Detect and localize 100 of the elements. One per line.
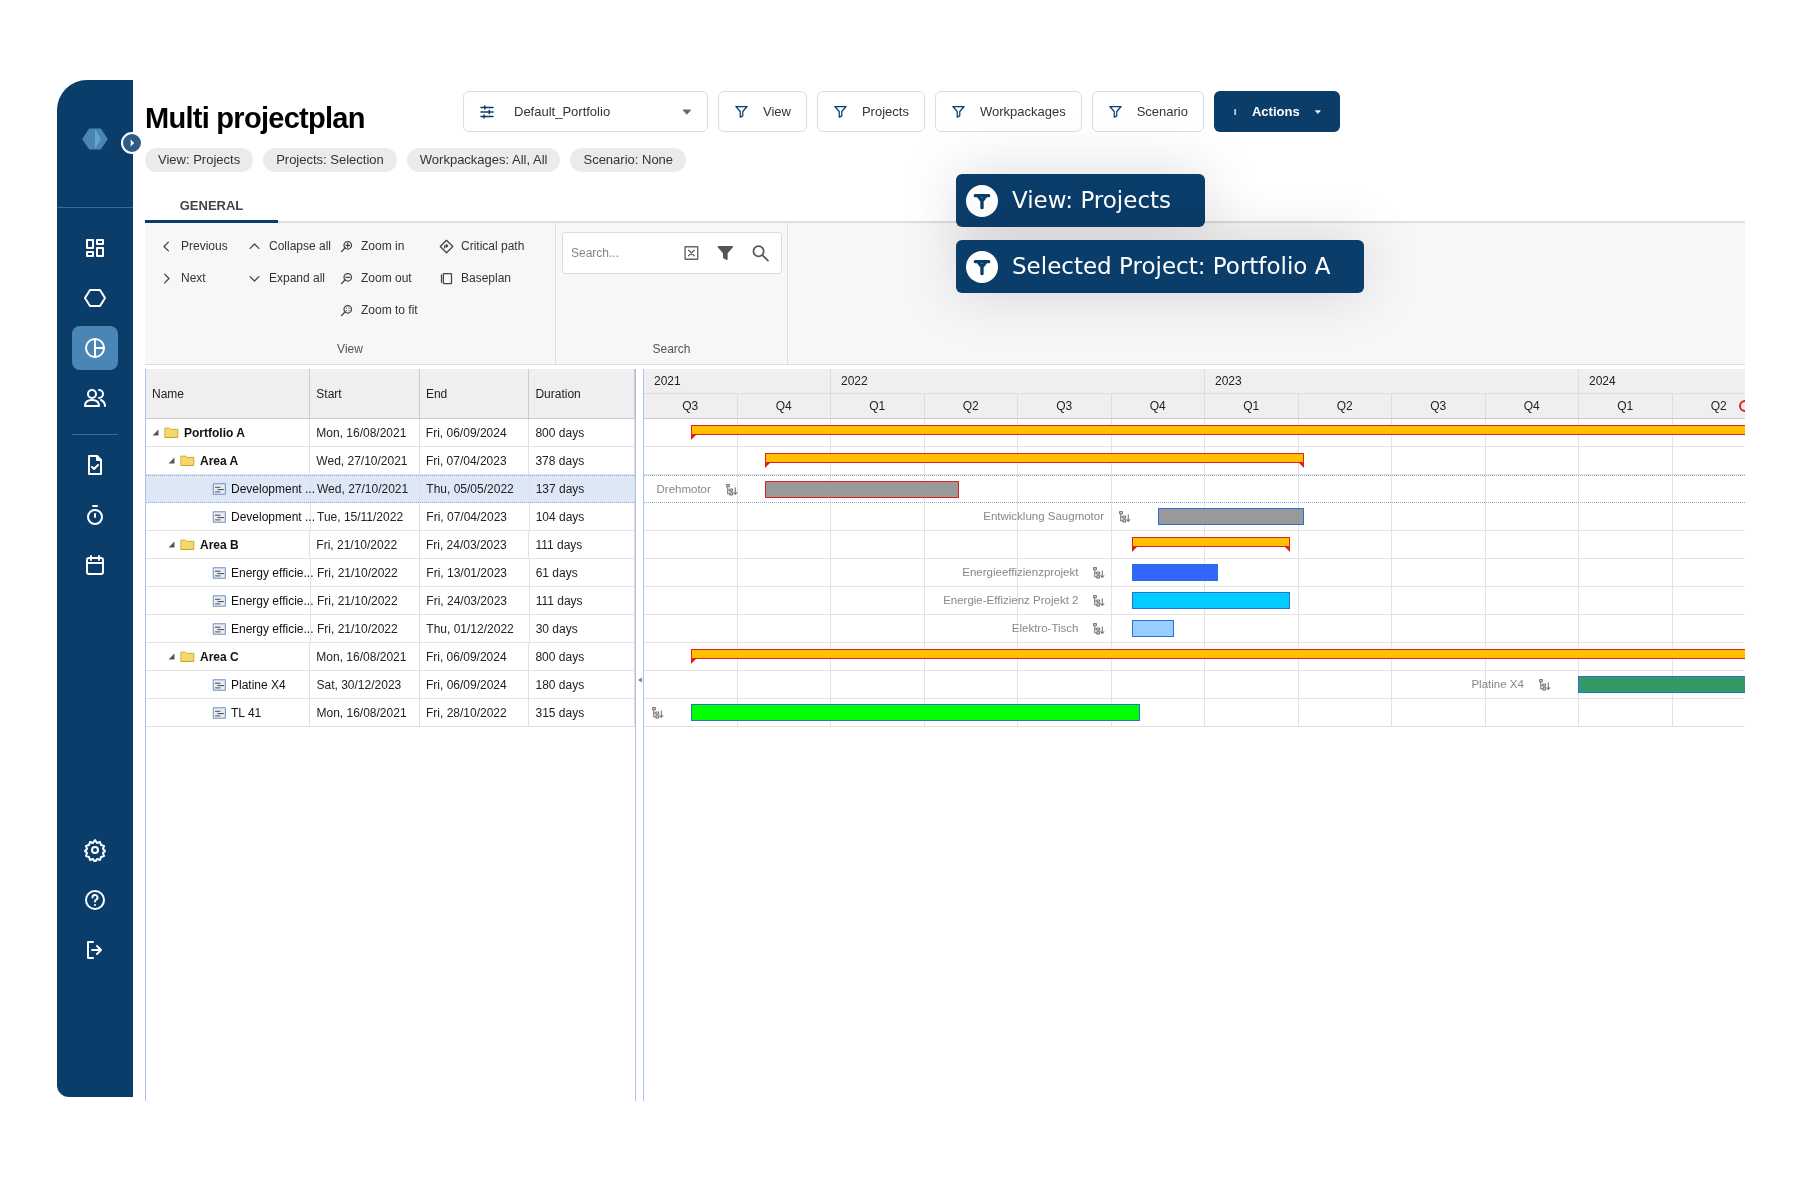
filter-button[interactable]: Workpackages xyxy=(934,91,1082,132)
task-name: Energy efficie... xyxy=(231,620,314,638)
table-row[interactable]: Area B Fri, 21/10/2022 Fri, 24/03/2023 111 days xyxy=(146,531,635,559)
filter-button[interactable]: Projects xyxy=(816,91,925,132)
hierarchy-icon xyxy=(1092,622,1106,636)
task-name: Area A xyxy=(200,452,239,470)
filter-chip: Projects: Selection xyxy=(263,148,397,172)
filter-icon xyxy=(1107,104,1123,119)
filter-icon[interactable] xyxy=(715,243,735,263)
table-row[interactable]: Energy efficie... Fri, 21/10/2022 Fri, 24/03/2023 111 days xyxy=(146,587,635,615)
hierarchy-icon xyxy=(1118,510,1132,524)
expand-sidebar-button[interactable] xyxy=(121,132,143,154)
portfolio-dropdown[interactable]: Default_Portfolio xyxy=(463,91,708,132)
filter-button[interactable]: Scenario xyxy=(1091,91,1204,132)
filter-button[interactable]: View xyxy=(718,91,807,132)
actions-button[interactable]: Actions xyxy=(1214,91,1340,132)
filter-icon xyxy=(966,250,998,283)
tree-toggle-icon[interactable] xyxy=(168,541,175,548)
task-name: Area B xyxy=(200,536,239,554)
tree-toggle-icon[interactable] xyxy=(168,457,175,464)
bar-label: Platine X4 xyxy=(1471,677,1524,693)
tree-toggle-icon[interactable] xyxy=(168,653,175,660)
quarter-header: Q3 xyxy=(1018,393,1112,418)
table-cell: Thu, 05/05/2022 xyxy=(420,476,530,502)
column-header[interactable]: Start xyxy=(310,369,420,418)
ribbon-button[interactable]: Baseplan xyxy=(439,268,549,288)
table-row[interactable]: Portfolio A Mon, 16/08/2021 Fri, 06/09/2024 800 days xyxy=(146,419,635,447)
table-cell: 30 days xyxy=(529,615,635,642)
table-row[interactable]: TL 41 Mon, 16/08/2021 Fri, 28/10/2022 315 days xyxy=(146,699,635,727)
ribbon-button[interactable]: Next xyxy=(159,268,247,288)
table-cell: 800 days xyxy=(529,643,635,670)
tree-toggle-icon[interactable] xyxy=(152,429,159,436)
column-header[interactable]: Duration xyxy=(529,369,635,418)
task-icon xyxy=(212,593,227,608)
quarter-header: Q4 xyxy=(1111,393,1205,418)
table-cell: Mon, 16/08/2021 xyxy=(310,643,420,670)
task-name: Area C xyxy=(200,648,239,666)
table-cell: Fri, 28/10/2022 xyxy=(420,699,530,726)
task-name: Energy efficie... xyxy=(231,592,314,610)
table-cell: 180 days xyxy=(529,671,635,698)
table-cell: 800 days xyxy=(529,419,635,446)
table-cell: Fri, 24/03/2023 xyxy=(420,587,530,614)
table-cell: Wed, 27/10/2021 xyxy=(311,476,421,502)
table-cell: 315 days xyxy=(529,699,635,726)
folder-icon xyxy=(179,649,196,664)
task-name: Energy efficie... xyxy=(231,564,314,582)
clear-icon[interactable] xyxy=(683,244,700,262)
table-cell: Fri, 06/09/2024 xyxy=(419,643,530,670)
collapse-arrow-icon[interactable] xyxy=(637,675,643,685)
column-header[interactable]: Name xyxy=(146,369,311,418)
quarter-header: Q3 xyxy=(644,393,738,418)
quarter-header: Q3 xyxy=(1392,393,1486,418)
table-row[interactable]: Energy efficie... Fri, 21/10/2022 Fri, 13/01/2023 61 days xyxy=(146,559,635,587)
zoom-to-fit-icon xyxy=(339,302,354,318)
settings-icon xyxy=(83,838,107,862)
filter-icon xyxy=(950,104,966,119)
ribbon-button[interactable]: Zoom to fit xyxy=(339,300,439,320)
search-icon[interactable] xyxy=(750,242,771,264)
zoom-out-icon xyxy=(339,270,354,286)
quarter-header: Q2 xyxy=(1672,393,1745,418)
quarter-header: Q4 xyxy=(1485,393,1579,418)
folder-icon xyxy=(163,425,180,440)
table-cell: 111 days xyxy=(529,531,635,558)
ribbon-button[interactable]: Collapse all xyxy=(247,236,339,256)
year-header: 2022 xyxy=(831,369,1205,393)
quarter-header: Q1 xyxy=(1205,393,1299,418)
table-row[interactable]: Area C Mon, 16/08/2021 Fri, 06/09/2024 800 days xyxy=(146,643,635,671)
ribbon-button[interactable]: Expand all xyxy=(247,268,339,288)
search-field[interactable]: Search... xyxy=(571,244,661,262)
ribbon-button[interactable]: Zoom out xyxy=(339,268,439,288)
page-title: Multi projectplan xyxy=(145,104,366,133)
hierarchy-icon xyxy=(651,706,665,720)
baseplan-icon xyxy=(439,270,454,286)
ribbon-button[interactable]: Previous xyxy=(159,236,247,256)
folder-icon xyxy=(179,453,196,468)
bar-label: Energieeffizienzprojekt xyxy=(962,565,1079,581)
quarter-header: Q2 xyxy=(1298,393,1392,418)
quarter-header: Q1 xyxy=(831,393,925,418)
sidebar-nav-button[interactable] xyxy=(72,326,118,370)
bar-label: Entwicklung Saugmotor xyxy=(983,509,1105,525)
ribbon-button[interactable]: Critical path xyxy=(439,236,549,256)
users-icon xyxy=(83,386,107,410)
task-name: Portfolio A xyxy=(184,424,245,442)
table-row[interactable]: Development ... Wed, 27/10/2021 Thu, 05/05/2022 137 days xyxy=(146,475,635,503)
pie-chart-icon xyxy=(83,336,107,360)
table-cell: Mon, 16/08/2021 xyxy=(310,419,420,446)
table-cell: 61 days xyxy=(529,559,635,586)
table-row[interactable]: Platine X4 Sat, 30/12/2023 Fri, 06/09/2024 180 days xyxy=(146,671,635,699)
table-row[interactable]: Energy efficie... Fri, 21/10/2022 Thu, 01/12/2022 30 days xyxy=(146,615,635,643)
task-icon xyxy=(212,677,227,692)
task-icon xyxy=(212,509,227,524)
folder-icon xyxy=(179,537,196,552)
column-header[interactable]: End xyxy=(419,369,530,418)
ribbon-button[interactable]: Zoom in xyxy=(339,236,439,256)
help-icon xyxy=(83,888,107,912)
table-cell: Fri, 06/09/2024 xyxy=(419,419,530,446)
group-label: View xyxy=(336,341,364,358)
filter-icon xyxy=(734,104,749,119)
table-cell: Tue, 15/11/2022 xyxy=(311,503,421,530)
table-row[interactable]: Development ... Tue, 15/11/2022 Fri, 07/04/2023 104 days xyxy=(146,503,635,531)
